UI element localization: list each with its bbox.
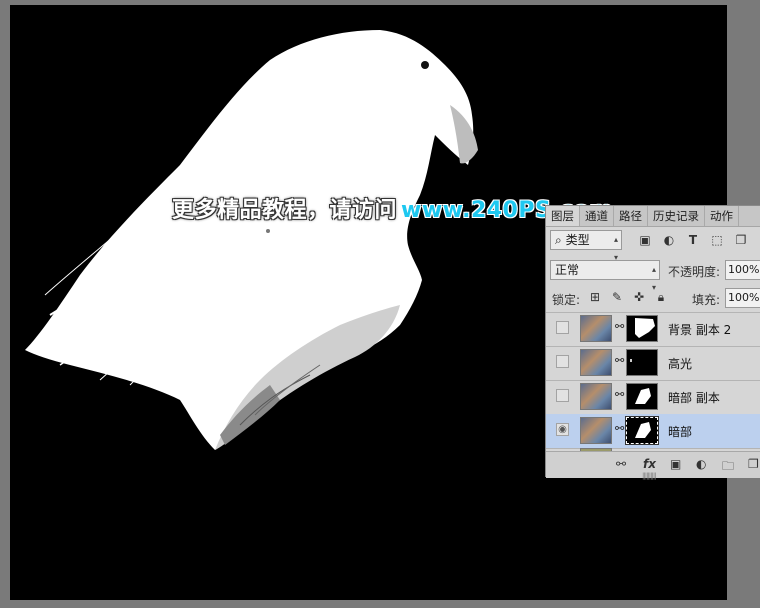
lock-row: 锁定: ⊞ ✎ ✜ 🔒︎ 填充: 100% xyxy=(546,286,760,313)
resize-grip-icon[interactable]: |||||||||| xyxy=(642,472,657,480)
layer-row[interactable]: ⚯ 暗部 副本 xyxy=(546,380,760,415)
layer-row[interactable]: ⚯ 背景 副本 2 xyxy=(546,312,760,347)
panel-tabs: 图层 通道 路径 历史记录 动作 xyxy=(546,206,760,227)
search-icon: ⌕ xyxy=(555,233,562,247)
layer-row[interactable]: ⚯ 高光 xyxy=(546,346,760,381)
layer-mask-thumbnail[interactable] xyxy=(625,416,659,445)
visibility-toggle[interactable] xyxy=(556,389,569,402)
tab-paths[interactable]: 路径 xyxy=(614,206,648,226)
adjustment-filter-icon[interactable]: ◐ xyxy=(662,232,676,248)
layer-name: 暗部 xyxy=(668,425,693,439)
fill-label: 填充: xyxy=(692,293,721,307)
layer-thumbnail xyxy=(580,383,612,410)
opacity-input[interactable]: 100% xyxy=(725,260,760,280)
blend-row: 正常 ▴ ▾ 不透明度: 100% xyxy=(546,258,760,292)
mask-preview xyxy=(635,422,651,438)
chain-link-icon[interactable]: ⚯ xyxy=(615,388,624,401)
new-layer-icon[interactable]: ❐ xyxy=(748,457,759,471)
layer-name: 暗部 副本 xyxy=(668,391,720,405)
tab-layers[interactable]: 图层 xyxy=(546,206,580,226)
chain-link-icon[interactable]: ⚯ xyxy=(615,354,624,367)
tab-actions[interactable]: 动作 xyxy=(705,206,739,226)
layer-thumbnail xyxy=(580,315,612,342)
layer-mask-thumbnail[interactable] xyxy=(626,349,658,376)
tab-channels[interactable]: 通道 xyxy=(580,206,614,226)
folder-icon[interactable]: 🗀︎ xyxy=(722,457,734,478)
layer-name: 背景 副本 2 xyxy=(668,323,732,337)
shape-filter-icon[interactable]: ⬚ xyxy=(710,232,724,248)
lock-all-icon[interactable]: 🔒︎ xyxy=(654,289,668,305)
lock-position-icon[interactable]: ✜ xyxy=(632,289,646,305)
tab-history[interactable]: 历史记录 xyxy=(648,206,705,226)
image-filter-icon[interactable]: ▣ xyxy=(638,232,652,248)
layer-mask-thumbnail[interactable] xyxy=(626,315,658,342)
fx-icon[interactable]: fx xyxy=(643,457,656,471)
opacity-label: 不透明度: xyxy=(668,265,721,279)
lock-label: 锁定: xyxy=(552,293,581,307)
mask-preview xyxy=(635,388,651,404)
smart-object-filter-icon[interactable]: ❐ xyxy=(734,232,748,248)
mask-preview xyxy=(635,318,655,338)
mask-icon[interactable]: ▣ xyxy=(670,457,681,471)
lock-paint-icon[interactable]: ✎ xyxy=(610,289,624,305)
chain-link-icon[interactable]: ⚯ xyxy=(615,320,624,333)
mask-preview xyxy=(630,359,632,362)
blend-mode-label: 正常 xyxy=(555,263,580,277)
filter-type-select[interactable]: ⌕ 类型 ▴ ▾ xyxy=(550,230,622,262)
visibility-toggle[interactable] xyxy=(556,355,569,368)
layer-row-selected[interactable]: ◉ ⚯ 暗部 xyxy=(546,414,760,449)
chain-link-icon[interactable]: ⚯ xyxy=(615,422,624,435)
type-filter-icon[interactable]: T xyxy=(686,232,700,248)
visibility-toggle[interactable] xyxy=(556,321,569,334)
adjustment-icon[interactable]: ◐ xyxy=(696,457,706,471)
filter-type-label: 类型 xyxy=(565,233,590,247)
eye-icon[interactable]: ◉ xyxy=(556,423,569,436)
filter-row: ⌕ 类型 ▴ ▾ ▣ ◐ T ⬚ ❐ xyxy=(546,228,760,262)
layer-mask-thumbnail[interactable] xyxy=(626,383,658,410)
blend-mode-select[interactable]: 正常 ▴ ▾ xyxy=(550,260,660,292)
layers-panel: 图层 通道 路径 历史记录 动作 ⌕ 类型 ▴ ▾ ▣ ◐ T ⬚ ❐ 正常 ▴ ▾… xyxy=(545,205,760,480)
layer-thumbnail xyxy=(580,417,612,444)
watermark-text: 更多精品教程，请访问 xyxy=(172,198,398,223)
link-icon[interactable]: ⚯ xyxy=(616,457,626,471)
layer-thumbnail xyxy=(580,349,612,376)
layer-name: 高光 xyxy=(668,357,693,371)
lock-transparent-icon[interactable]: ⊞ xyxy=(588,289,602,305)
fill-input[interactable]: 100% xyxy=(725,288,760,308)
